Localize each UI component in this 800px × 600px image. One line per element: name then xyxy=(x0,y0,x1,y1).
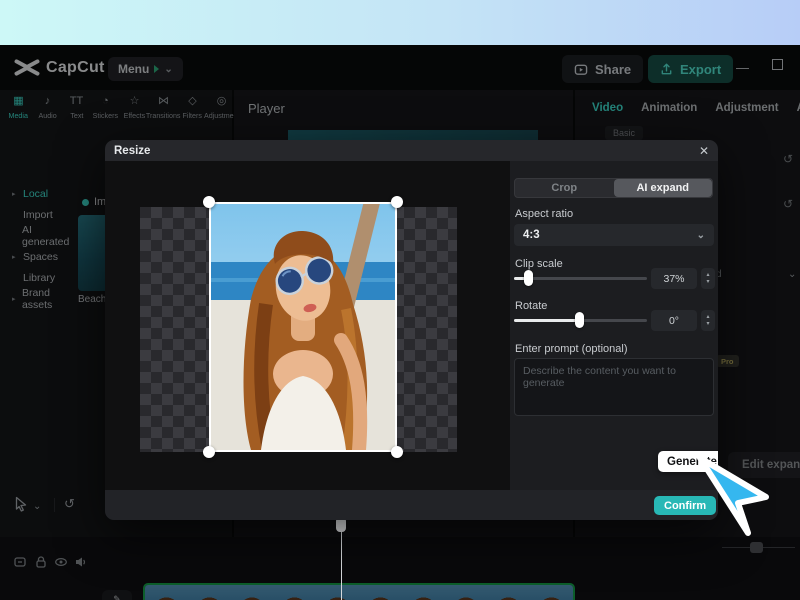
modal-footer xyxy=(105,490,718,520)
desktop: CapCut Menu ⌄ Share Export — ▦ Media xyxy=(0,0,800,600)
prompt-input[interactable] xyxy=(514,358,714,416)
rotate-value[interactable]: 0° xyxy=(651,310,697,331)
rotate-slider[interactable] xyxy=(514,319,647,322)
modal-title: Resize xyxy=(114,145,150,157)
aspect-ratio-label: Aspect ratio xyxy=(515,208,573,220)
rotate-stepper[interactable]: ▴ ▾ xyxy=(701,310,715,331)
crop-handle-top-right[interactable] xyxy=(391,196,403,208)
chevron-down-icon: ⌄ xyxy=(697,230,705,241)
rotate-label: Rotate xyxy=(515,300,547,312)
cursor-pointer-graphic xyxy=(692,455,772,544)
step-up-icon[interactable]: ▴ xyxy=(706,272,709,279)
step-down-icon[interactable]: ▾ xyxy=(706,279,709,286)
clip-scale-slider[interactable] xyxy=(514,277,647,280)
ai-expand-tab[interactable]: AI expand xyxy=(614,179,713,197)
rotate-slider-thumb[interactable] xyxy=(575,312,584,328)
woman-beach-illustration xyxy=(211,204,395,450)
crop-tab[interactable]: Crop xyxy=(515,179,614,197)
clip-scale-slider-thumb[interactable] xyxy=(524,270,533,286)
clip-scale-stepper[interactable]: ▴ ▾ xyxy=(701,268,715,289)
crop-handle-bottom-right[interactable] xyxy=(391,446,403,458)
crop-handle-top-left[interactable] xyxy=(203,196,215,208)
crop-handle-bottom-left[interactable] xyxy=(203,446,215,458)
clip-preview-image[interactable] xyxy=(209,202,397,452)
playhead-line xyxy=(341,520,342,600)
clip-scale-label: Clip scale xyxy=(515,258,563,270)
resize-mode-switch: Crop AI expand xyxy=(514,178,713,198)
step-up-icon[interactable]: ▴ xyxy=(706,314,709,321)
prompt-label: Enter prompt (optional) xyxy=(515,343,628,355)
step-down-icon[interactable]: ▾ xyxy=(706,321,709,328)
modal-header: Resize ✕ xyxy=(105,140,718,161)
close-icon[interactable]: ✕ xyxy=(699,144,709,158)
resize-modal: Resize ✕ xyxy=(105,140,718,520)
aspect-ratio-select[interactable]: 4:3 ⌄ xyxy=(514,224,714,246)
clip-scale-value[interactable]: 37% xyxy=(651,268,697,289)
aspect-ratio-value: 4:3 xyxy=(523,229,540,241)
